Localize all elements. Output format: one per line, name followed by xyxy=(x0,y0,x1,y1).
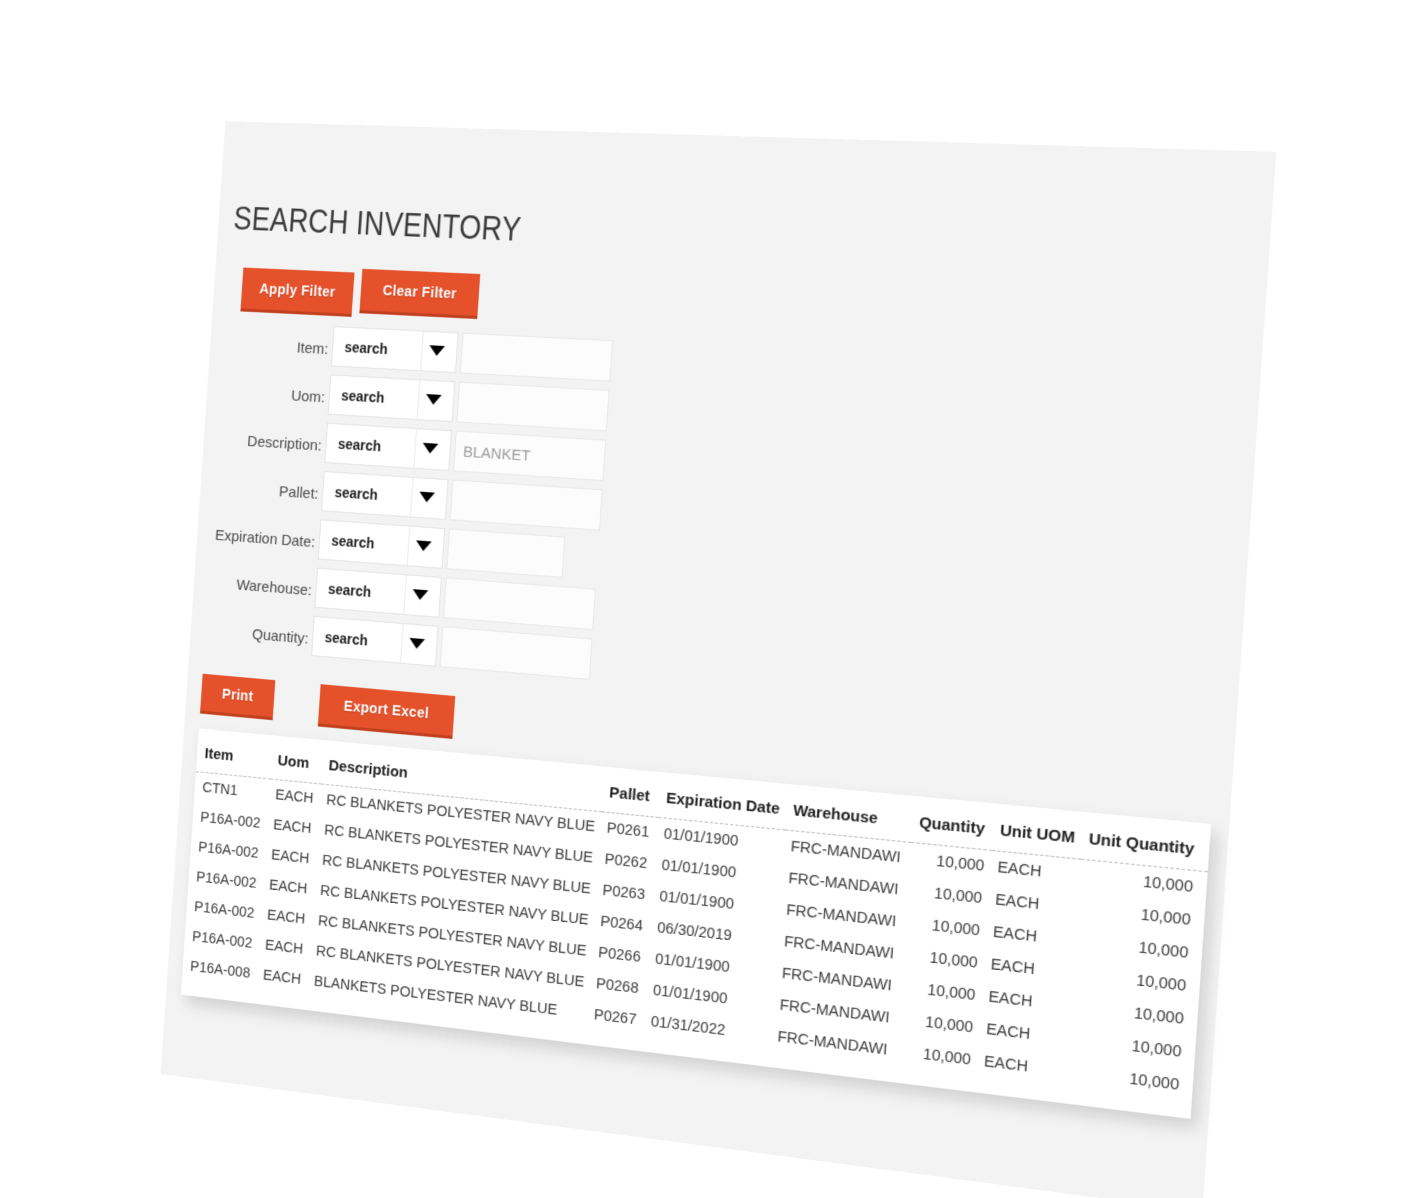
chevron-down-icon[interactable] xyxy=(428,345,446,357)
filter-operator-value: search xyxy=(330,532,376,552)
inventory-page-panel: SEARCH INVENTORY Apply Filter Clear Filt… xyxy=(160,121,1277,1198)
filter-value-input[interactable] xyxy=(459,332,614,382)
filter-operator-value: search xyxy=(327,580,372,601)
results-table-container: Item Uom Description Pallet Expiration Date W… xyxy=(180,728,1212,1119)
filter-label: Expiration Date: xyxy=(214,526,316,552)
inventory-results-table: Item Uom Description Pallet Expiration Date W… xyxy=(182,738,1211,1103)
filter-operator-value: search xyxy=(324,628,369,649)
chevron-down-icon[interactable] xyxy=(408,637,425,650)
chevron-down-icon[interactable] xyxy=(418,491,436,503)
operator-divider xyxy=(410,477,414,517)
filter-value-input[interactable] xyxy=(453,430,607,482)
perspective-stage: SEARCH INVENTORY Apply Filter Clear Filt… xyxy=(0,0,1407,1198)
operator-divider xyxy=(400,624,404,663)
cell-pallet: P0267 xyxy=(593,1006,637,1029)
filter-operator-value: search xyxy=(340,387,386,406)
export-excel-button[interactable]: Export Excel xyxy=(317,684,456,739)
apply-filter-button[interactable]: Apply Filter xyxy=(240,267,355,317)
filter-label: Warehouse: xyxy=(235,576,313,600)
filter-operator-select[interactable]: search xyxy=(311,615,439,667)
filter-operator-select[interactable]: search xyxy=(317,519,446,569)
filter-operator-select[interactable]: search xyxy=(324,422,452,472)
filter-operator-select[interactable]: search xyxy=(330,326,459,374)
filter-operator-value: search xyxy=(344,338,389,358)
operator-divider xyxy=(406,526,411,566)
chevron-down-icon[interactable] xyxy=(415,540,432,552)
print-button[interactable]: Print xyxy=(199,673,276,721)
operator-divider xyxy=(420,331,424,371)
filter-label: Item: xyxy=(296,339,329,359)
filter-form: Item: search Uom: search Description: search P… xyxy=(189,320,617,689)
filter-operator-select[interactable]: search xyxy=(314,567,442,618)
filter-label: Quantity: xyxy=(251,625,310,648)
filter-value-input[interactable] xyxy=(446,528,566,578)
filter-operator-select[interactable]: search xyxy=(321,470,449,520)
filter-value-input[interactable] xyxy=(456,381,610,432)
filter-label: Description: xyxy=(246,432,323,455)
operator-divider xyxy=(413,429,417,468)
filter-label: Pallet: xyxy=(278,483,319,503)
filter-operator-value: search xyxy=(337,435,382,455)
operator-divider xyxy=(403,575,407,614)
chevron-down-icon[interactable] xyxy=(425,394,442,406)
chevron-down-icon[interactable] xyxy=(412,589,429,601)
clear-filter-button[interactable]: Clear Filter xyxy=(359,268,481,320)
chevron-down-icon[interactable] xyxy=(422,442,439,454)
operator-divider xyxy=(416,380,421,420)
cell-uom: EACH xyxy=(262,967,302,989)
filter-operator-select[interactable]: search xyxy=(327,374,456,423)
filter-operator-value: search xyxy=(334,483,379,503)
page-title: SEARCH INVENTORY xyxy=(232,199,523,249)
column-header-uom[interactable]: Uom xyxy=(270,745,325,785)
filter-label: Uom: xyxy=(290,387,326,407)
filter-value-input[interactable] xyxy=(449,479,603,531)
column-header-pallet[interactable]: Pallet xyxy=(601,777,662,818)
